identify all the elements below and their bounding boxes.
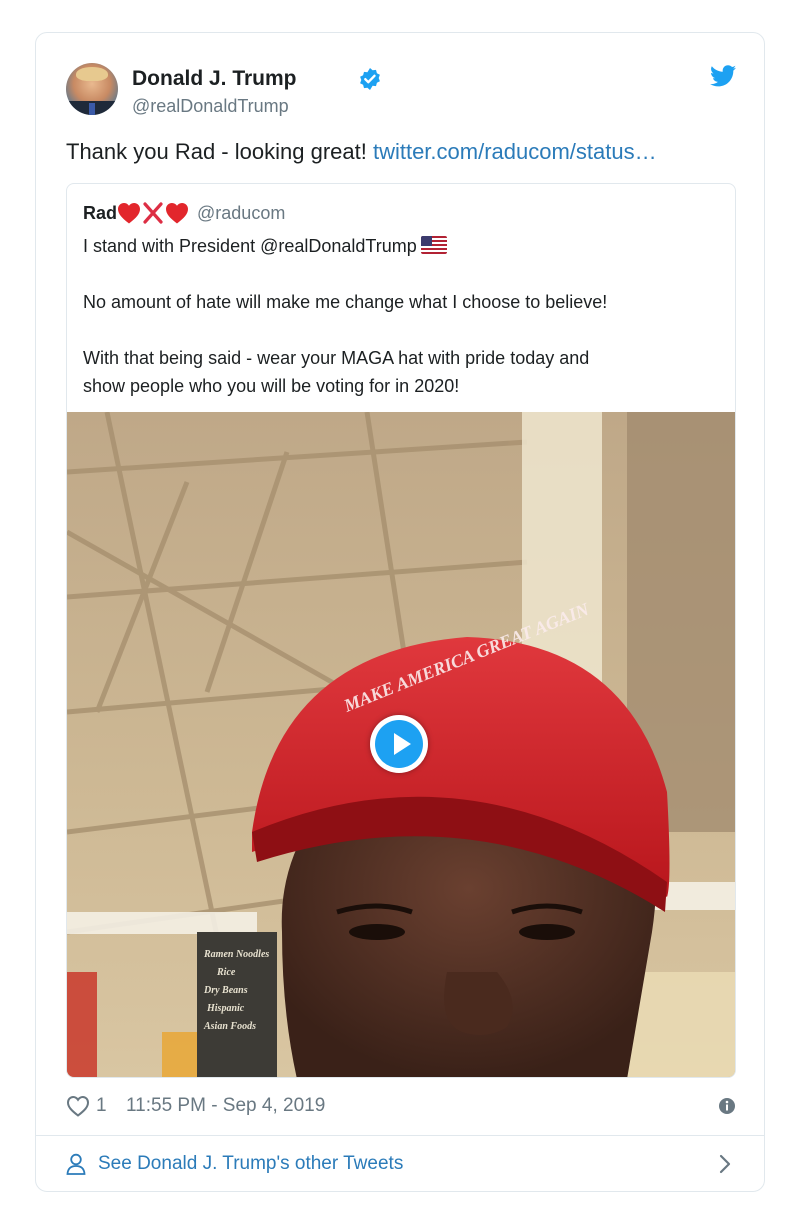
see-other-tweets-label[interactable]: See Donald J. Trump's other Tweets [98,1153,403,1175]
quoted-tweet-header: Rad @raducom [83,202,285,226]
heart-icon[interactable] [66,1095,90,1117]
quoted-line-2: No amount of hate will make me change wh… [83,292,608,312]
video-thumbnail[interactable]: Ramen Noodles Rice Dry Beans Hispanic As… [67,412,735,1077]
sign-line-1: Ramen Noodles [203,949,269,960]
footer-divider [36,1135,764,1136]
chevron-right-icon[interactable] [718,1154,732,1174]
quoted-line-1: I stand with President @realDonaldTrump [83,236,417,256]
tweet-meta: 1 11:55 PM - Sep 4, 2019 [66,1093,736,1121]
like-count[interactable]: 1 [96,1095,107,1117]
tweet-timestamp[interactable]: 11:55 PM - Sep 4, 2019 [126,1095,325,1117]
author-name[interactable]: Donald J. Trump [132,67,297,91]
embedded-tweet-card[interactable]: Donald J. Trump @realDonaldTrump Thank y… [35,32,765,1192]
sign-line-4: Hispanic [206,1003,245,1014]
see-other-tweets-link[interactable]: See Donald J. Trump's other Tweets [66,1151,736,1179]
author-avatar[interactable] [66,63,118,115]
us-flag-emoji-icon [420,236,447,254]
play-button[interactable] [370,715,428,773]
red-heart-emoji-icon [118,203,141,224]
quoted-line-3b: show people who you will be voting for i… [83,376,460,396]
sign-line-2: Rice [216,967,236,978]
tweet-body: Thank you Rad - looking great! twitter.c… [66,139,736,165]
tweet-text: Thank you Rad - looking great! [66,139,373,164]
play-icon [394,733,411,755]
tweet-header: Donald J. Trump @realDonaldTrump [66,63,736,123]
quoted-line-3a: With that being said - wear your MAGA ha… [83,348,590,368]
sign-line-5: Asian Foods [203,1021,256,1032]
quoted-author-name[interactable]: Rad [83,203,117,223]
cross-mark-emoji-icon [143,202,163,224]
red-heart-emoji-icon [166,203,189,224]
quoted-tweet-text: I stand with President @realDonaldTrump … [83,232,723,400]
tweet-link[interactable]: twitter.com/raducom/status… [373,139,657,164]
twitter-bird-icon[interactable] [710,65,736,87]
info-icon[interactable] [718,1097,736,1115]
person-icon [66,1153,86,1175]
verified-badge-icon [360,68,380,90]
quoted-tweet[interactable]: Rad @raducom I stand with President @real… [66,183,736,1078]
sign-line-3: Dry Beans [203,985,248,996]
author-handle[interactable]: @realDonaldTrump [132,96,289,117]
quoted-author-handle[interactable]: @raducom [197,203,285,223]
